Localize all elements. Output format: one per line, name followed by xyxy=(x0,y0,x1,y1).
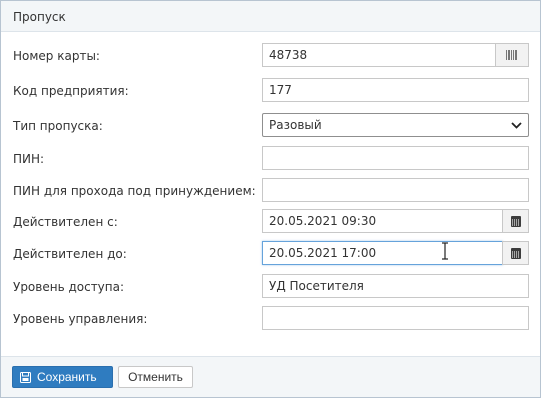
panel-title: Пропуск xyxy=(13,10,66,24)
access-level-input[interactable]: УД Посетителя xyxy=(262,274,529,298)
card-number-input[interactable]: 48738 xyxy=(262,43,496,67)
valid-from-input[interactable]: 20.05.2021 09:30 xyxy=(262,209,503,233)
company-code-label: Код предприятия: xyxy=(13,84,129,98)
valid-to-calendar-button[interactable] xyxy=(502,241,529,265)
text-cursor-icon xyxy=(442,242,448,260)
cancel-button-label: Отменить xyxy=(128,370,183,384)
card-number-label: Номер карты: xyxy=(13,49,100,63)
access-level-value: УД Посетителя xyxy=(269,279,364,293)
save-button-label: Сохранить xyxy=(37,370,97,384)
valid-from-calendar-button[interactable] xyxy=(502,209,529,233)
card-number-value: 48738 xyxy=(269,48,308,62)
calendar-icon xyxy=(510,247,521,259)
pass-type-value: Разовый xyxy=(269,118,322,132)
valid-from-label: Действителен с: xyxy=(13,215,118,229)
valid-to-value: 20.05.2021 17:00 xyxy=(269,246,377,260)
floppy-disk-icon xyxy=(20,371,31,383)
barcode-button[interactable] xyxy=(495,43,529,67)
cancel-button[interactable]: Отменить xyxy=(118,366,193,388)
calendar-icon xyxy=(510,215,521,227)
save-button[interactable]: Сохранить xyxy=(12,366,113,388)
pass-form-panel: Пропуск Номер карты: 48738 Код предприят… xyxy=(0,0,541,398)
access-level-label: Уровень доступа: xyxy=(13,280,125,294)
company-code-input[interactable]: 177 xyxy=(262,78,529,102)
chevron-down-icon xyxy=(511,121,522,129)
duress-pin-input[interactable] xyxy=(262,178,529,202)
pin-input[interactable] xyxy=(262,146,529,170)
control-level-input[interactable] xyxy=(262,306,529,330)
valid-from-value: 20.05.2021 09:30 xyxy=(269,214,377,228)
company-code-value: 177 xyxy=(269,83,292,97)
control-level-label: Уровень управления: xyxy=(13,312,148,326)
panel-header: Пропуск xyxy=(1,1,540,32)
barcode-icon xyxy=(506,50,517,60)
valid-to-label: Действителен до: xyxy=(13,247,127,261)
pin-label: ПИН: xyxy=(13,152,45,166)
pass-type-label: Тип пропуска: xyxy=(13,119,103,133)
duress-pin-label: ПИН для прохода под принуждением: xyxy=(13,184,256,198)
valid-to-input[interactable]: 20.05.2021 17:00 xyxy=(262,241,503,265)
pass-type-select[interactable]: Разовый xyxy=(262,113,529,137)
